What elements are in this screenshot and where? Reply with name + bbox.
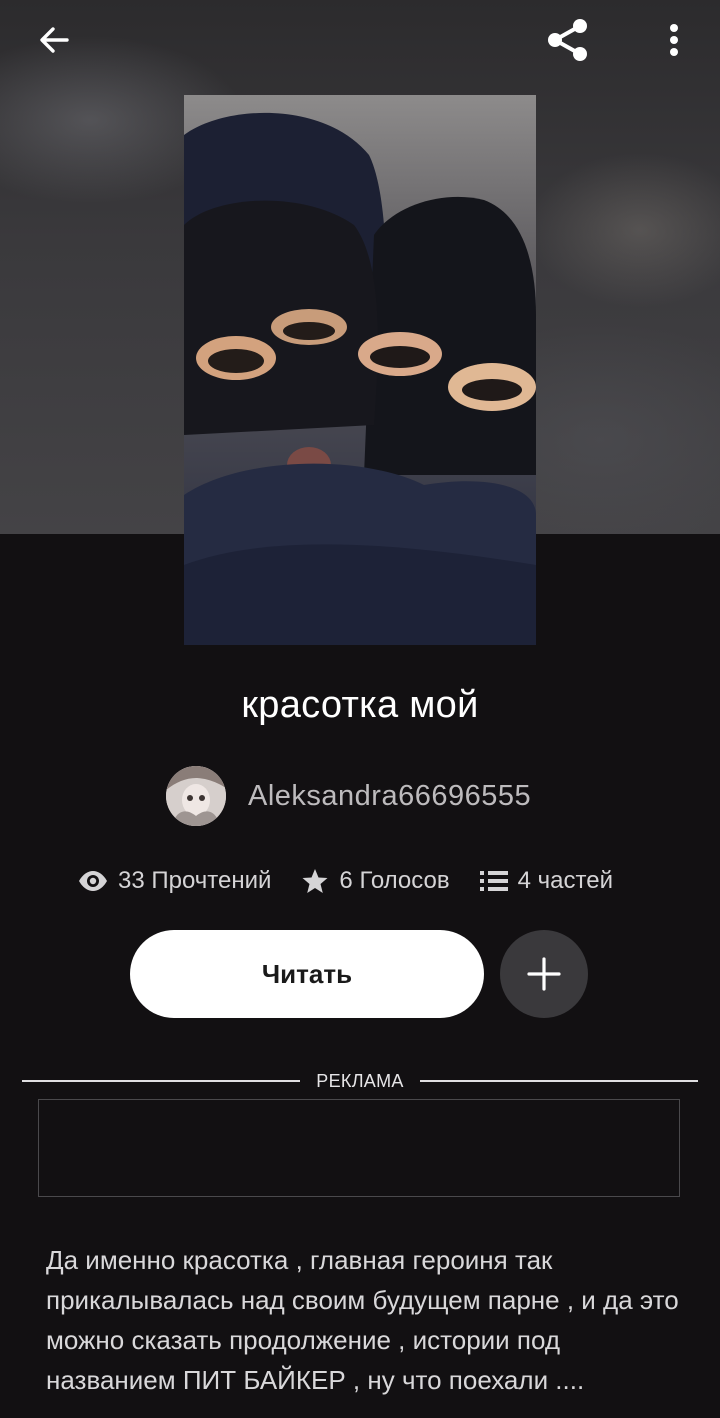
author-avatar[interactable] (166, 766, 226, 826)
more-vertical-icon (670, 24, 678, 56)
story-stats: 33 Прочтений 6 Голосов 4 частей (78, 862, 613, 900)
share-icon (548, 19, 587, 61)
story-title: красотка мой (241, 684, 479, 726)
add-to-library-button[interactable] (500, 930, 588, 1018)
plus-icon (527, 957, 561, 991)
more-options-button[interactable] (646, 12, 702, 68)
star-icon (302, 869, 328, 893)
author-profile-link[interactable]: Aleksandra66696555 (166, 766, 531, 826)
ad-label: РЕКЛАМА (316, 1070, 404, 1091)
arrow-left-icon (40, 27, 69, 53)
ad-divider: РЕКЛАМА (22, 1068, 699, 1094)
share-button[interactable] (540, 12, 596, 68)
ad-slot[interactable] (38, 1099, 680, 1197)
story-cover-image[interactable] (184, 95, 536, 645)
story-description: Да именно красотка , главная героиня так… (46, 1245, 679, 1395)
parts-stat: 4 частей (479, 867, 613, 895)
votes-stat: 6 Голосов (301, 867, 450, 895)
read-button[interactable]: Читать (130, 930, 484, 1018)
votes-count: 6 Голосов (339, 867, 450, 894)
back-button[interactable] (26, 12, 82, 68)
list-icon (479, 871, 508, 891)
author-name[interactable]: Aleksandra66696555 (248, 780, 531, 813)
parts-count: 4 частей (517, 867, 613, 894)
reads-stat: 33 Прочтений (78, 867, 271, 895)
ad-divider-line-left (22, 1080, 301, 1082)
reads-count: 33 Прочтений (118, 867, 272, 894)
ad-divider-line-right (419, 1080, 699, 1082)
eye-icon (79, 871, 107, 891)
